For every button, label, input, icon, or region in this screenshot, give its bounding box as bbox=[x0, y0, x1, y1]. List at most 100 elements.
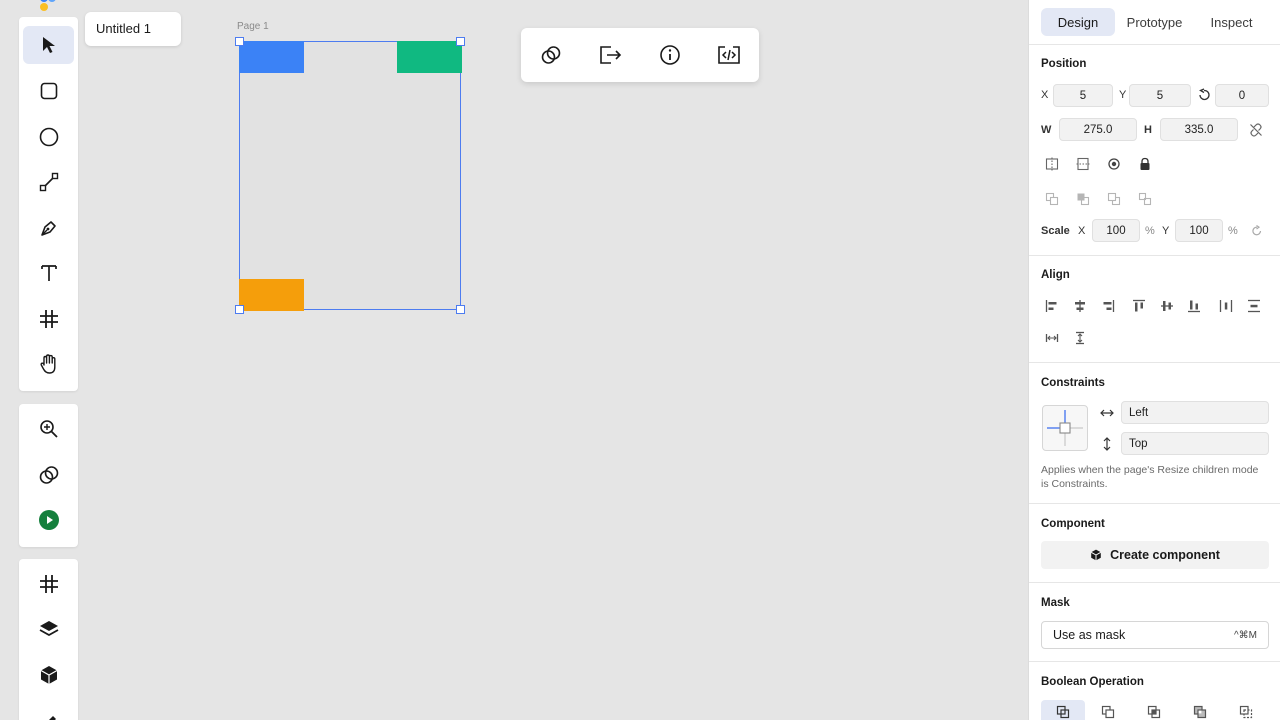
export-button[interactable] bbox=[595, 40, 625, 70]
more-tool[interactable] bbox=[23, 701, 74, 720]
flatten-icon[interactable] bbox=[1237, 703, 1255, 720]
align-title: Align bbox=[1041, 269, 1070, 281]
flip-vertical-icon[interactable] bbox=[1074, 155, 1092, 173]
vertical-constraint-select[interactable]: Top bbox=[1121, 432, 1269, 455]
constraints-note: Applies when the page's Resize children … bbox=[1041, 464, 1259, 490]
height-field[interactable]: 335.0 bbox=[1160, 118, 1238, 141]
divider bbox=[1029, 255, 1280, 256]
align-top-icon[interactable] bbox=[1130, 297, 1148, 315]
width-field[interactable]: 275.0 bbox=[1059, 118, 1137, 141]
x-field[interactable]: 5 bbox=[1053, 84, 1113, 107]
scale-x-label: X bbox=[1078, 225, 1086, 237]
component-title: Component bbox=[1041, 518, 1105, 530]
info-button[interactable] bbox=[655, 40, 685, 70]
text-tool[interactable] bbox=[23, 254, 74, 292]
green-rectangle[interactable] bbox=[397, 41, 462, 73]
ellipse-tool[interactable] bbox=[23, 118, 74, 156]
horizontal-constraint-select[interactable]: Left bbox=[1121, 401, 1269, 424]
line-icon bbox=[39, 172, 59, 192]
ellipse-icon bbox=[39, 127, 59, 147]
align-bottom-icon[interactable] bbox=[1185, 297, 1203, 315]
zoom-tool[interactable] bbox=[23, 410, 74, 448]
utility-toolbar bbox=[19, 404, 78, 547]
send-backward-icon[interactable] bbox=[1105, 190, 1123, 208]
info-icon bbox=[659, 44, 681, 66]
code-button[interactable] bbox=[714, 40, 744, 70]
bring-to-front-icon[interactable] bbox=[1074, 190, 1092, 208]
hand-icon bbox=[38, 353, 60, 375]
tab-design[interactable]: Design bbox=[1041, 8, 1115, 36]
line-tool[interactable] bbox=[23, 163, 74, 201]
target-icon[interactable] bbox=[1105, 155, 1123, 173]
document-title-tab[interactable]: Untitled 1 bbox=[85, 12, 181, 46]
resize-handle-top-right[interactable] bbox=[456, 37, 465, 46]
scale-y-percent: % bbox=[1228, 225, 1238, 237]
use-as-mask-button[interactable]: Use as mask ^⌘M bbox=[1041, 621, 1269, 649]
constraints-title: Constraints bbox=[1041, 377, 1105, 389]
mask-title: Mask bbox=[1041, 597, 1070, 609]
align-center-horizontal-icon[interactable] bbox=[1071, 297, 1089, 315]
pen-icon bbox=[39, 218, 59, 238]
panels-toolbar bbox=[19, 559, 78, 720]
tools-toolbar bbox=[19, 17, 78, 391]
divider bbox=[1029, 661, 1280, 662]
create-component-label: Create component bbox=[1110, 548, 1220, 562]
select-tool[interactable] bbox=[23, 26, 74, 64]
app-logo bbox=[38, 0, 58, 14]
frame-tool[interactable] bbox=[23, 300, 74, 338]
selected-frame[interactable] bbox=[239, 41, 462, 311]
divider bbox=[1029, 503, 1280, 504]
spacing-vertical-icon[interactable] bbox=[1071, 329, 1089, 347]
tab-inspect[interactable]: Inspect bbox=[1199, 8, 1264, 36]
zoom-icon bbox=[39, 419, 59, 439]
rectangle-tool[interactable] bbox=[23, 72, 74, 110]
constraints-widget[interactable] bbox=[1042, 405, 1088, 451]
tab-prototype[interactable]: Prototype bbox=[1117, 8, 1192, 36]
blue-rectangle[interactable] bbox=[239, 41, 304, 73]
create-component-button[interactable]: Create component bbox=[1041, 541, 1269, 569]
y-field[interactable]: 5 bbox=[1129, 84, 1191, 107]
pen-tool[interactable] bbox=[23, 209, 74, 247]
unlink-icon[interactable] bbox=[1247, 121, 1265, 139]
orange-rectangle[interactable] bbox=[239, 279, 304, 311]
export-icon bbox=[598, 44, 622, 66]
w-label: W bbox=[1041, 124, 1052, 136]
resize-handle-bottom-right[interactable] bbox=[456, 305, 465, 314]
resize-handle-top-left[interactable] bbox=[235, 37, 244, 46]
exclude-icon[interactable] bbox=[1191, 703, 1209, 720]
resize-handle-bottom-left[interactable] bbox=[235, 305, 244, 314]
component-tool[interactable] bbox=[23, 656, 74, 694]
hash-tool[interactable] bbox=[23, 565, 74, 603]
floating-toolbar bbox=[521, 28, 759, 82]
link-tool[interactable] bbox=[23, 456, 74, 494]
rotation-field[interactable]: 0 bbox=[1215, 84, 1269, 107]
layers-tool[interactable] bbox=[23, 610, 74, 648]
hand-tool[interactable] bbox=[23, 345, 74, 383]
scale-x-field[interactable]: 100 bbox=[1092, 219, 1140, 242]
rectangle-icon bbox=[40, 82, 58, 100]
play-tool[interactable] bbox=[23, 501, 74, 539]
align-center-vertical-icon[interactable] bbox=[1158, 297, 1176, 315]
bring-forward-icon[interactable] bbox=[1043, 190, 1061, 208]
boolean-union-button[interactable] bbox=[1041, 700, 1085, 720]
intersect-icon[interactable] bbox=[1145, 703, 1163, 720]
select-icon bbox=[40, 36, 58, 54]
divider bbox=[1029, 362, 1280, 363]
distribute-horizontal-icon[interactable] bbox=[1217, 297, 1235, 315]
lock-icon[interactable] bbox=[1136, 155, 1154, 173]
horizontal-arrows-icon bbox=[1098, 404, 1116, 422]
link-icon bbox=[540, 44, 562, 66]
position-title: Position bbox=[1041, 58, 1087, 70]
link-button[interactable] bbox=[536, 40, 566, 70]
align-left-icon[interactable] bbox=[1043, 297, 1061, 315]
distribute-vertical-icon[interactable] bbox=[1245, 297, 1263, 315]
subtract-icon[interactable] bbox=[1099, 703, 1117, 720]
flip-horizontal-icon[interactable] bbox=[1043, 155, 1061, 173]
align-right-icon[interactable] bbox=[1099, 297, 1117, 315]
hash-icon bbox=[39, 574, 59, 594]
component-icon bbox=[1090, 549, 1102, 561]
spacing-horizontal-icon[interactable] bbox=[1043, 329, 1061, 347]
scale-y-field[interactable]: 100 bbox=[1175, 219, 1223, 242]
reset-scale-icon[interactable] bbox=[1248, 222, 1266, 240]
send-to-back-icon[interactable] bbox=[1136, 190, 1154, 208]
